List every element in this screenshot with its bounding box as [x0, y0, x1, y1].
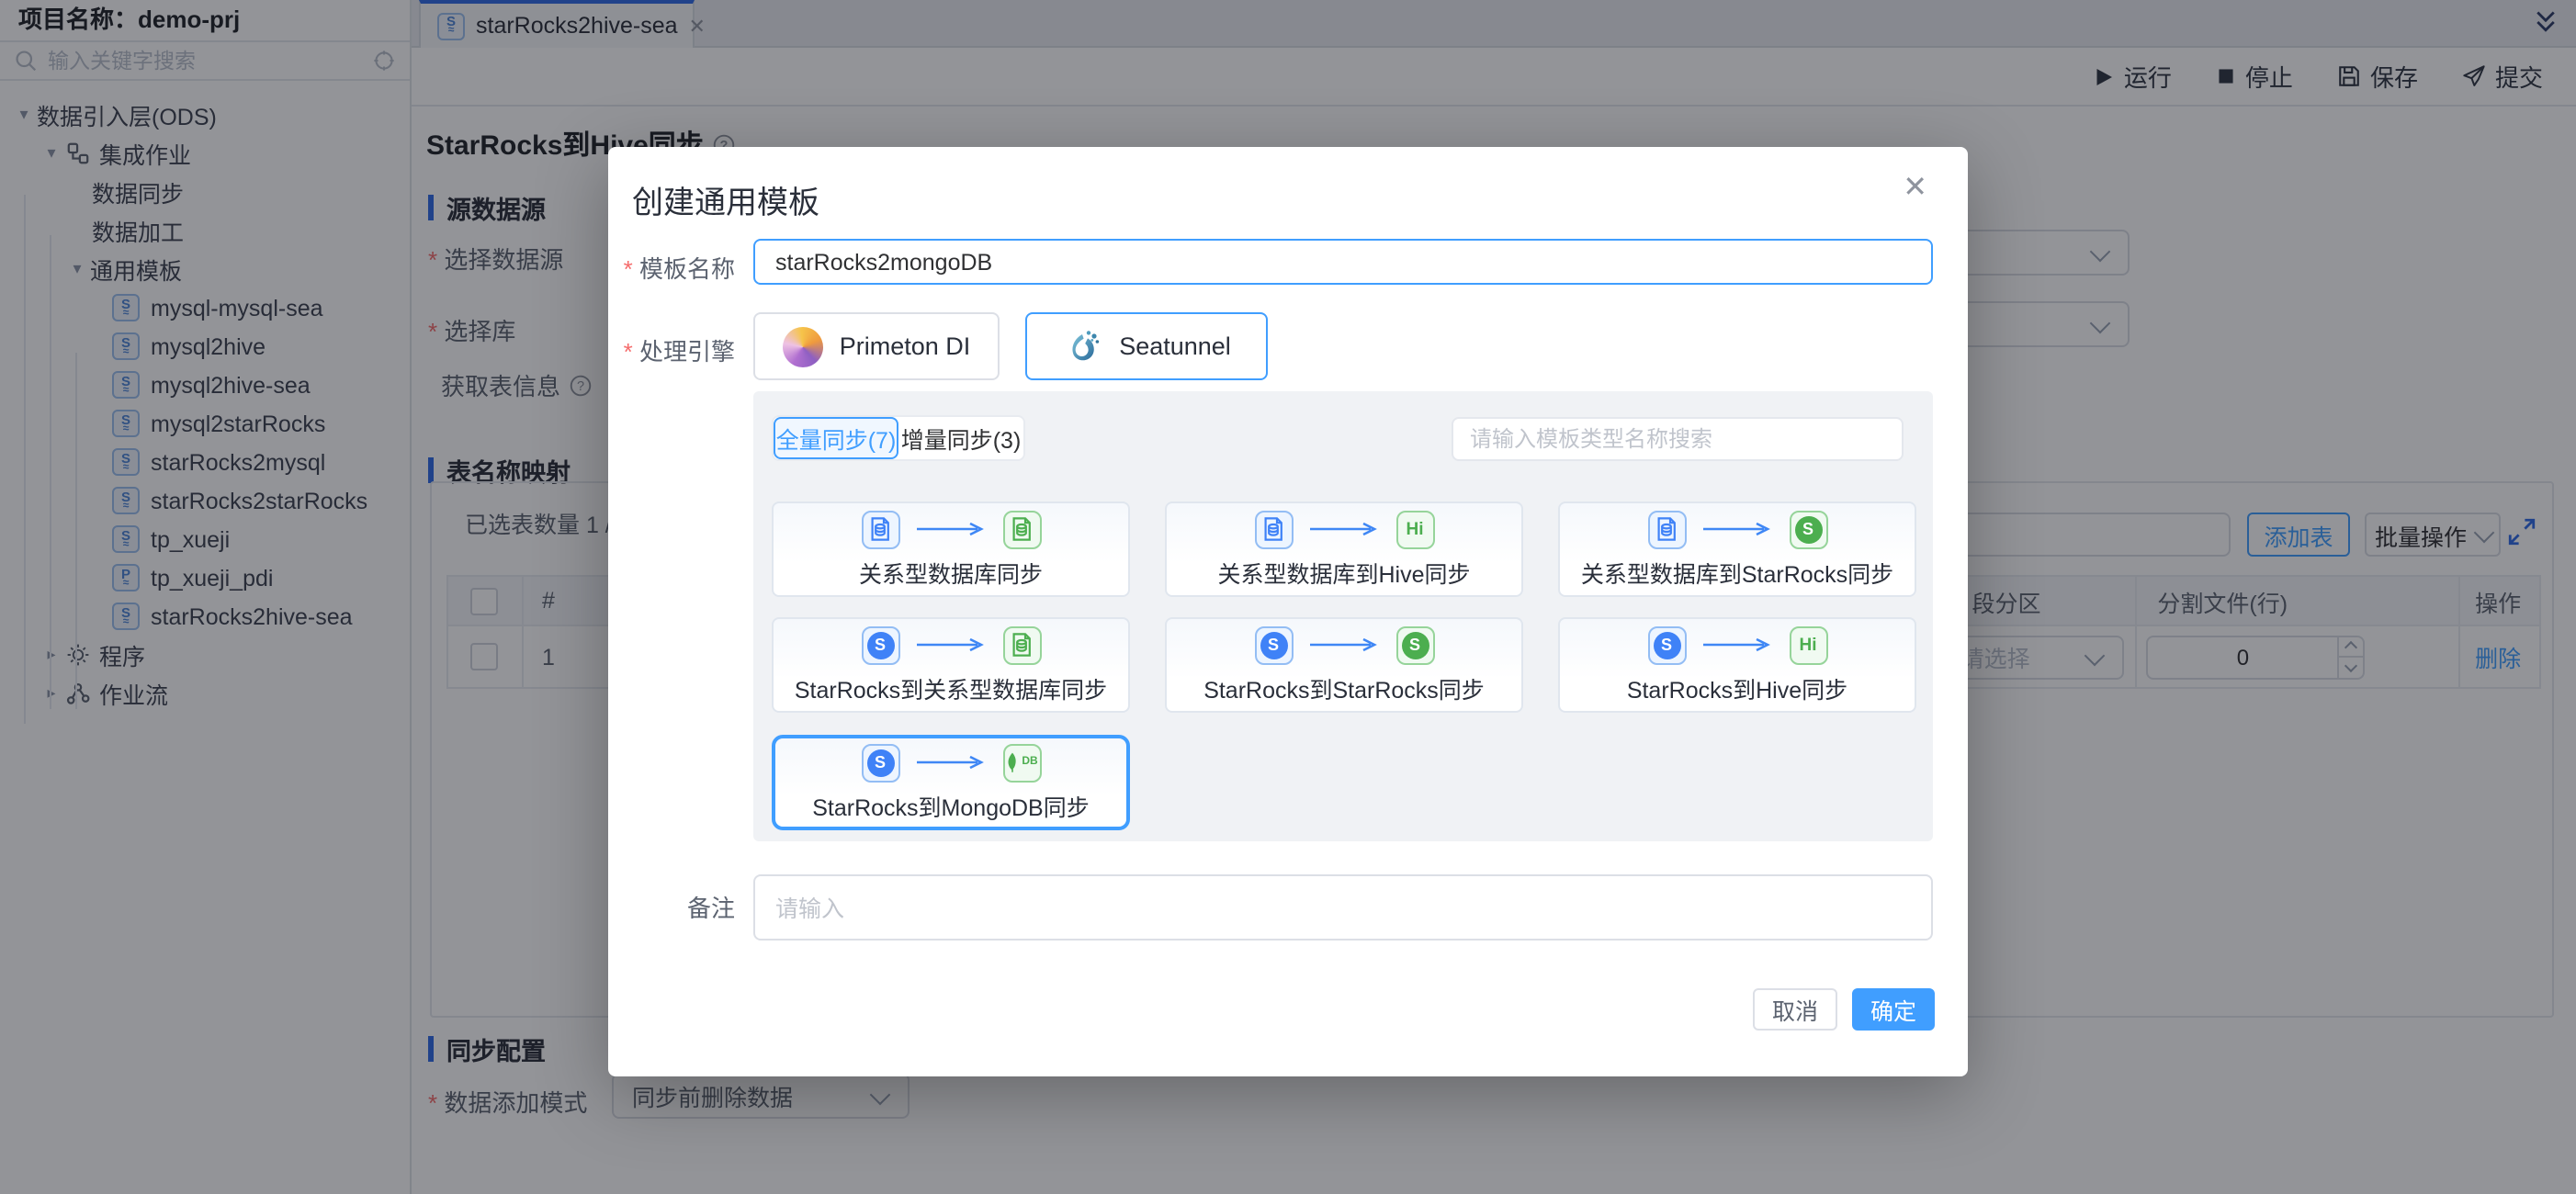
rdb-icon [1647, 510, 1686, 548]
arrow-right-icon [914, 637, 988, 652]
arrow-right-icon [1307, 522, 1381, 536]
arrow-right-icon [914, 755, 988, 770]
tab-full-sync[interactable]: 全量同步(7) [774, 417, 898, 459]
card-rdb-to-hive[interactable]: 关系型数据库到Hive同步 [1165, 501, 1523, 597]
card-starrocks-to-mongodb[interactable]: StarRocks到MongoDB同步 [772, 735, 1130, 830]
cancel-button[interactable]: 取消 [1753, 988, 1837, 1031]
sync-mode-tabs: 全量同步(7) 增量同步(3) [772, 415, 1025, 461]
card-rdb-to-starrocks[interactable]: 关系型数据库到StarRocks同步 [1558, 501, 1916, 597]
arrow-right-icon [914, 522, 988, 536]
template-name-input[interactable] [753, 239, 1933, 285]
card-starrocks-to-rdb[interactable]: StarRocks到关系型数据库同步 [772, 617, 1130, 713]
ok-button[interactable]: 确定 [1852, 988, 1935, 1031]
close-icon[interactable]: ✕ [1903, 169, 1927, 206]
starrocks-icon [1254, 625, 1293, 664]
card-starrocks-to-hive[interactable]: StarRocks到Hive同步 [1558, 617, 1916, 713]
starrocks-icon [861, 743, 899, 782]
mongodb-icon [1002, 743, 1041, 782]
seatunnel-logo-icon [1062, 326, 1102, 366]
remark-textarea[interactable] [753, 874, 1933, 941]
modal-title: 创建通用模板 [632, 176, 819, 222]
rdb-icon [861, 510, 899, 548]
template-search-input[interactable] [1452, 417, 1904, 461]
primeton-logo-icon [783, 326, 823, 366]
arrow-right-icon [1700, 522, 1774, 536]
hive-icon [1789, 625, 1827, 664]
rdb-icon [1254, 510, 1293, 548]
engine-primeton-di[interactable]: Primeton DI [753, 312, 1000, 380]
engine-seatunnel[interactable]: Seatunnel [1025, 312, 1268, 380]
template-panel: 全量同步(7) 增量同步(3) 关系型数据库同步 关系型数据库到Hive同 [753, 391, 1933, 841]
engine-label: 处理引擎 [608, 332, 735, 367]
starrocks-icon [1789, 510, 1827, 548]
arrow-right-icon [1700, 637, 1774, 652]
app-root: 项目名称：demo-prj 输入关键字搜索 数据引入层(ODS) 集成作业 数据… [0, 0, 2576, 1194]
starrocks-icon [1395, 625, 1434, 664]
arrow-right-icon [1307, 637, 1381, 652]
card-starrocks-to-starrocks[interactable]: StarRocks到StarRocks同步 [1165, 617, 1523, 713]
rdb-icon [1002, 510, 1041, 548]
starrocks-icon [861, 625, 899, 664]
card-rdb-sync[interactable]: 关系型数据库同步 [772, 501, 1130, 597]
rdb-icon [1002, 625, 1041, 664]
starrocks-icon [1647, 625, 1686, 664]
hive-icon [1395, 510, 1434, 548]
create-template-modal: 创建通用模板 ✕ 模板名称 处理引擎 Primeton DI Seatunnel… [608, 147, 1968, 1076]
template-name-label: 模板名称 [608, 250, 735, 285]
remark-label: 备注 [608, 889, 735, 924]
tab-incremental-sync[interactable]: 增量同步(3) [898, 417, 1023, 459]
